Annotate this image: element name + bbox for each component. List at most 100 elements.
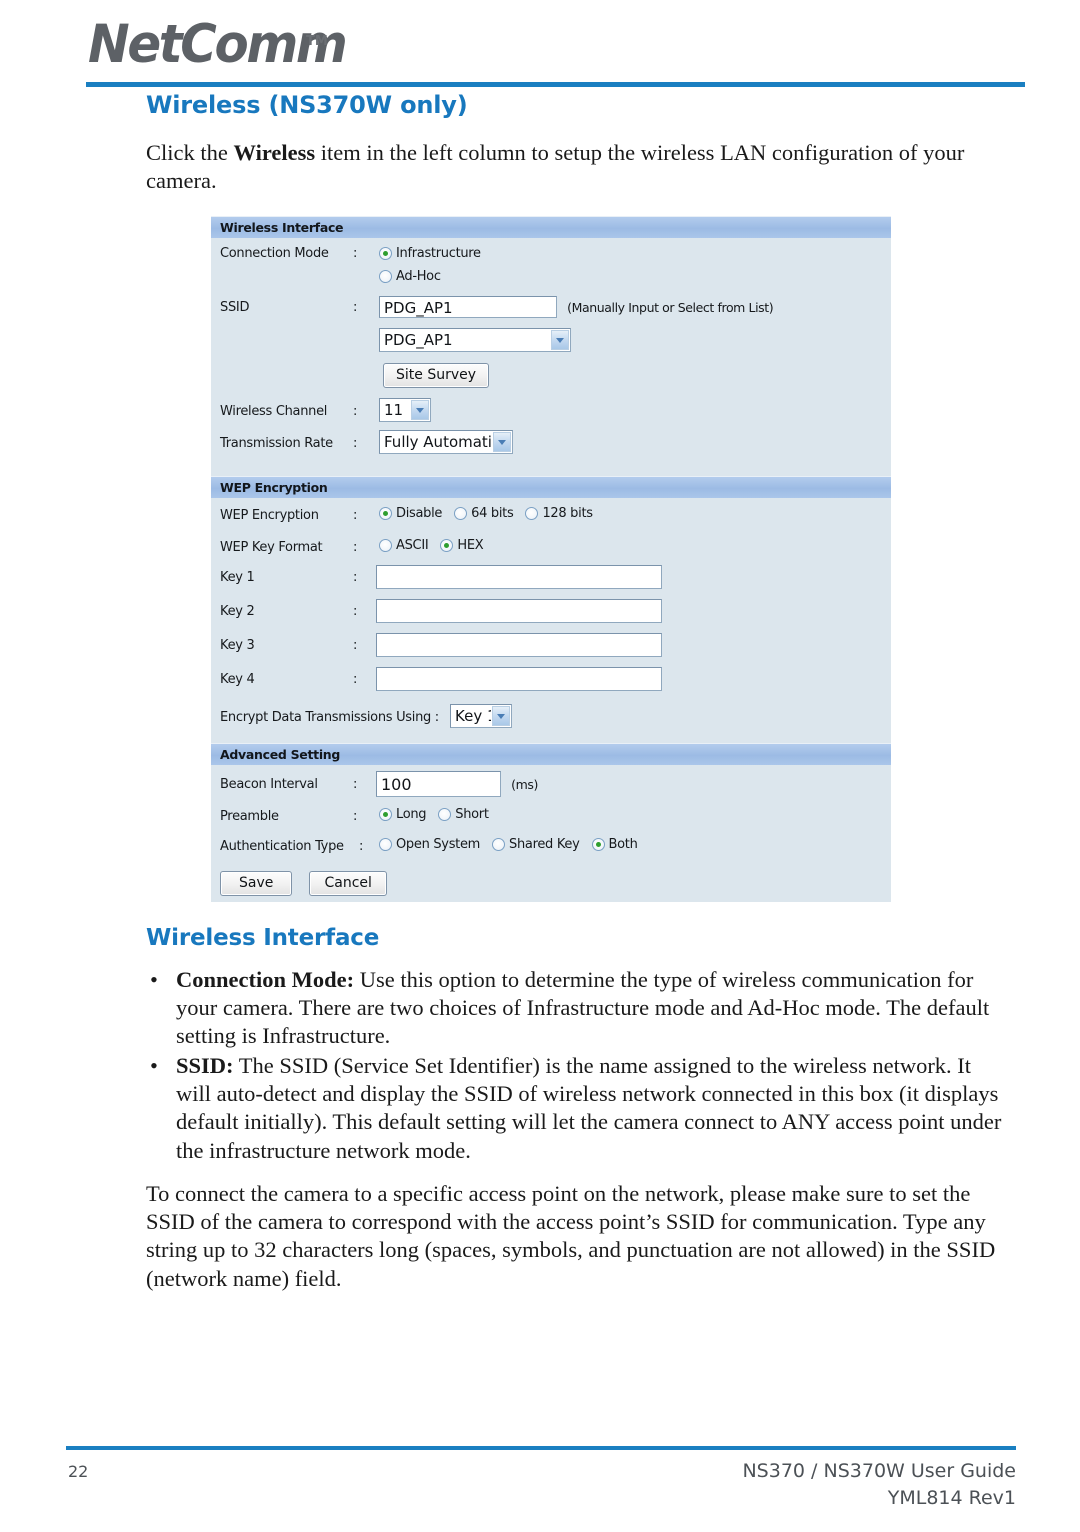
radio-button-icon[interactable] — [525, 507, 539, 520]
radio-label: Open System — [396, 837, 481, 852]
preamble-label: Preamble — [220, 809, 279, 824]
chevron-down-icon[interactable] — [492, 706, 510, 726]
intro-paragraph: Click the Wireless item in the left colu… — [146, 139, 1006, 195]
encrypt-using-select[interactable]: Key 1 — [450, 704, 512, 728]
authentication-type-radio-group: Open System Shared Key Both — [379, 837, 650, 852]
connection-mode-radio-group: Infrastructure — [379, 245, 493, 264]
cancel-button[interactable]: Cancel — [309, 871, 387, 896]
key-3-wrap — [376, 633, 662, 657]
radio-preamble-long[interactable]: Long — [379, 807, 427, 822]
ssid-colon: : — [353, 300, 358, 315]
beacon-interval-input[interactable]: 100 — [376, 771, 501, 797]
key-3-input[interactable] — [376, 633, 662, 657]
logo-wordmark: NetComm — [88, 14, 348, 75]
beacon-interval-colon: : — [353, 777, 358, 792]
chevron-down-icon[interactable] — [411, 400, 429, 420]
netcomm-logo: NetComm TM — [88, 16, 348, 78]
ssid-select-value: PDG_AP1 — [384, 331, 453, 349]
radio-wep-disable[interactable]: Disable — [379, 506, 442, 521]
wireless-channel-select[interactable]: 11 — [379, 398, 431, 422]
key-4-input[interactable] — [376, 667, 662, 691]
form-row-key-3: Key 3 : — [211, 633, 891, 664]
key-1-label: Key 1 — [220, 570, 255, 585]
page-title: Wireless (NS370W only) — [146, 91, 468, 119]
wireless-channel-colon: : — [353, 404, 358, 419]
footer-guide-title: NS370 / NS370W User Guide — [742, 1460, 1016, 1482]
radio-key-format-ascii[interactable]: ASCII — [379, 538, 429, 553]
radio-label: Ad-Hoc — [396, 269, 441, 284]
radio-button-icon[interactable] — [379, 539, 392, 552]
site-survey-wrap: Site Survey — [383, 363, 490, 388]
intro-text-pre: Click the — [146, 140, 234, 165]
radio-label: Infrastructure — [396, 246, 481, 261]
site-survey-button[interactable]: Site Survey — [383, 363, 490, 388]
radio-ad-hoc[interactable]: Ad-Hoc — [379, 269, 441, 284]
wireless-channel-wrap: 11 — [379, 398, 431, 422]
radio-label: Long — [396, 807, 427, 822]
wep-key-format-radio-group: ASCII HEX — [379, 538, 495, 553]
radio-button-icon[interactable] — [492, 838, 506, 851]
radio-button-icon[interactable] — [591, 838, 605, 851]
save-button[interactable]: Save — [220, 871, 293, 896]
radio-label: Disable — [396, 506, 443, 521]
radio-button-icon[interactable] — [379, 838, 392, 851]
section-heading-wireless-interface: Wireless Interface — [146, 925, 380, 951]
radio-button-icon[interactable] — [454, 507, 468, 520]
chevron-down-icon[interactable] — [493, 432, 511, 452]
form-row-wep-key-format: WEP Key Format : ASCII HEX — [211, 536, 891, 566]
transmission-rate-select[interactable]: Fully Automatic — [379, 430, 513, 454]
bullet-connection-mode: • Connection Mode: Use this option to de… — [146, 966, 1006, 1051]
closing-paragraph: To connect the camera to a specific acce… — [146, 1181, 996, 1291]
radio-button-icon[interactable] — [379, 247, 392, 260]
section-bar-label: Wireless Interface — [220, 220, 344, 235]
key-2-input[interactable] — [376, 599, 662, 623]
key-1-input[interactable] — [376, 565, 662, 589]
radio-button-icon[interactable] — [379, 270, 392, 283]
wep-key-format-colon: : — [353, 540, 358, 555]
radio-wep-64-bits[interactable]: 64 bits — [454, 506, 514, 521]
radio-button-icon[interactable] — [440, 539, 454, 552]
section-bar-label: Advanced Setting — [220, 747, 341, 762]
footer-divider-rule — [66, 1446, 1016, 1450]
intro-text-bold: Wireless — [233, 140, 316, 165]
key-3-label: Key 3 — [220, 638, 255, 653]
connection-mode-label: Connection Mode — [220, 246, 329, 261]
radio-key-format-hex[interactable]: HEX — [440, 538, 484, 553]
form-row-action-buttons: Save Cancel — [211, 871, 891, 901]
key-2-label: Key 2 — [220, 604, 255, 619]
key-1-wrap — [376, 565, 662, 589]
ssid-input-wrap: PDG_AP1 (Manually Input or Select from L… — [379, 296, 774, 318]
trademark-mark: TM — [306, 34, 328, 49]
form-row-key-2: Key 2 : — [211, 599, 891, 630]
radio-button-icon[interactable] — [379, 808, 392, 821]
radio-auth-open-system[interactable]: Open System — [379, 837, 480, 852]
radio-wep-128-bits[interactable]: 128 bits — [525, 506, 593, 521]
radio-button-icon[interactable] — [379, 507, 392, 520]
beacon-interval-unit: (ms) — [511, 776, 538, 792]
form-row-wep-encryption: WEP Encryption : Disable 64 bits 128 bit… — [211, 504, 891, 534]
radio-preamble-short[interactable]: Short — [438, 807, 489, 822]
transmission-rate-wrap: Fully Automatic — [379, 430, 513, 454]
section-bar-label: WEP Encryption — [220, 480, 328, 495]
section-bar-advanced-setting: Advanced Setting — [211, 743, 891, 765]
radio-group: ASCII HEX — [379, 538, 495, 553]
radio-infrastructure[interactable]: Infrastructure — [379, 246, 481, 261]
radio-label: Both — [608, 837, 638, 852]
radio-auth-both[interactable]: Both — [591, 837, 638, 852]
radio-auth-shared-key[interactable]: Shared Key — [492, 837, 580, 852]
footer-doc-code: YML814 Rev1 — [887, 1487, 1016, 1509]
transmission-rate-label: Transmission Rate — [220, 436, 333, 451]
wireless-settings-form-screenshot: Wireless Interface Connection Mode : Inf… — [211, 216, 891, 902]
bullet-body: Connection Mode: Use this option to dete… — [176, 966, 1006, 1051]
key-4-wrap — [376, 667, 662, 691]
preamble-radio-group: Long Short — [379, 807, 501, 822]
ssid-select[interactable]: PDG_AP1 — [379, 328, 571, 352]
section-bar-wep-encryption: WEP Encryption — [211, 476, 891, 498]
ssid-input[interactable]: PDG_AP1 — [379, 296, 557, 318]
form-row-encrypt-using: Encrypt Data Transmissions Using : Key 1 — [211, 704, 891, 734]
radio-button-icon[interactable] — [438, 808, 452, 821]
ssid-label: SSID — [220, 300, 250, 315]
radio-group: Open System Shared Key Both — [379, 837, 650, 852]
chevron-down-icon[interactable] — [551, 330, 569, 350]
bullet-ssid: • SSID: The SSID (Service Set Identifier… — [146, 1052, 1006, 1165]
